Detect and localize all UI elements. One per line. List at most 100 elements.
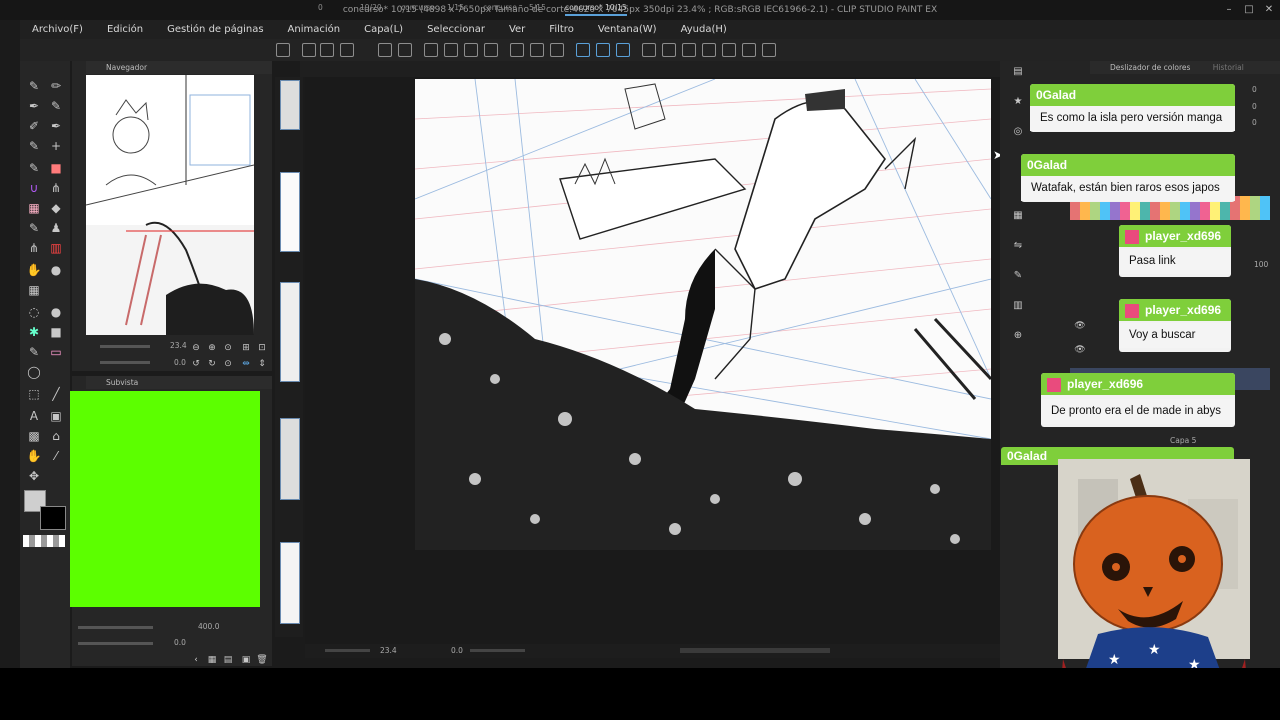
eye-icon[interactable]: 👁 [1072, 342, 1088, 358]
horizontal-scrollbar[interactable] [680, 648, 830, 653]
select-all-icon[interactable] [530, 43, 544, 57]
liner-tool-icon[interactable]: ✎ [26, 138, 42, 154]
book-icon[interactable] [702, 43, 716, 57]
pen-tool-icon[interactable]: ✎ [26, 78, 42, 94]
menu-seleccionar[interactable]: Seleccionar [415, 24, 497, 35]
blend-tool-icon[interactable]: ✎ [26, 160, 42, 176]
layer-icon[interactable] [276, 43, 290, 57]
history-tab[interactable]: Historial [1213, 63, 1244, 72]
status-rotate-slider[interactable] [470, 649, 525, 652]
move-tool-icon[interactable]: ✥ [26, 468, 42, 484]
import-image-icon[interactable]: ▤ [220, 652, 236, 668]
rotate-left-icon[interactable]: ↺ [188, 356, 204, 372]
fill-icon[interactable] [464, 43, 478, 57]
eyedropper-icon[interactable]: ⁄ [48, 448, 64, 464]
eraser-pink-icon[interactable]: ■ [48, 160, 64, 176]
grid-tool-icon[interactable]: ▦ [26, 282, 42, 298]
deselect-icon[interactable] [550, 43, 564, 57]
navigator-rotate-slider[interactable] [100, 361, 150, 364]
tab-concurso[interactable]: concurso [401, 0, 435, 16]
export-icon[interactable] [742, 43, 756, 57]
fit-icon[interactable]: ⊙ [220, 340, 236, 356]
snap-special-ruler-icon[interactable] [596, 43, 610, 57]
foliage-tool-icon[interactable]: ⋔ [26, 240, 42, 256]
drop-tool-icon[interactable]: ● [48, 262, 64, 278]
actual-size-icon[interactable]: ⊞ [238, 340, 254, 356]
marker-tool-icon[interactable]: ✒ [26, 98, 42, 114]
airbrush-tool-icon[interactable]: ✒ [48, 118, 64, 134]
pencil-tool-icon[interactable]: ✏ [48, 78, 64, 94]
sun-icon[interactable] [424, 43, 438, 57]
select-tool-icon[interactable]: ⬚ [26, 386, 42, 402]
rotate-right-icon[interactable]: ↻ [204, 356, 220, 372]
drawing-canvas[interactable] [415, 79, 991, 550]
texture-tool-icon[interactable]: ▦ [26, 200, 42, 216]
square-tool-icon[interactable]: ■ [48, 324, 64, 340]
open-icon[interactable] [320, 43, 334, 57]
purple-brush-icon[interactable]: ∪ [26, 180, 42, 196]
reset-rotate-icon[interactable]: ⊙ [220, 356, 236, 372]
lasso2-tool-icon[interactable]: ◯ [26, 364, 42, 380]
lasso-tool-icon[interactable]: ◌ [26, 304, 42, 320]
shape-pink-icon[interactable]: ▭ [48, 344, 64, 360]
search-layer-icon[interactable]: ⊕ [1010, 328, 1026, 344]
flip-vertical-icon[interactable]: ⇕ [254, 356, 270, 372]
wheel-icon[interactable]: ◎ [1010, 124, 1026, 140]
page-thumbnail[interactable] [280, 80, 300, 130]
building-tool-icon[interactable]: ▥ [48, 240, 64, 256]
transform-icon[interactable] [484, 43, 498, 57]
grass-tool-icon[interactable]: ⋔ [48, 180, 64, 196]
frame-tool-icon[interactable]: ▣ [48, 408, 64, 424]
subview-zoom-slider[interactable] [78, 626, 153, 629]
materials-icon[interactable] [662, 43, 676, 57]
minimize-icon[interactable]: – [1220, 0, 1238, 20]
subview-rotate-slider[interactable] [78, 642, 153, 645]
menu-animacion[interactable]: Animación [276, 24, 353, 35]
star-tool-icon[interactable]: ✱ [26, 324, 42, 340]
page-thumbnail[interactable] [280, 418, 300, 500]
image-list-icon[interactable]: ▦ [204, 652, 220, 668]
undo-icon[interactable] [378, 43, 392, 57]
menu-ventana[interactable]: Ventana(W) [586, 24, 669, 35]
sub-color-swatch[interactable] [40, 506, 66, 530]
dropper-tool-icon[interactable]: ♟ [48, 220, 64, 236]
star-material-icon[interactable]: ★ [1010, 94, 1026, 110]
page-thumbnail[interactable] [280, 542, 300, 624]
subview-image[interactable] [70, 391, 260, 607]
zoom-in-icon[interactable]: ⊕ [204, 340, 220, 356]
plus-tool-icon[interactable]: + [48, 138, 64, 154]
balloon-tool-icon[interactable]: ⌂ [48, 428, 64, 444]
clear-icon[interactable] [444, 43, 458, 57]
snap-grid-icon[interactable] [616, 43, 630, 57]
menu-ver[interactable]: Ver [497, 24, 537, 35]
tab-concurso-10-15[interactable]: concurso* 10/15 [565, 0, 627, 16]
menu-ayuda[interactable]: Ayuda(H) [669, 24, 739, 35]
new-file-icon[interactable] [302, 43, 316, 57]
pattern-tool-icon[interactable]: ▩ [26, 428, 42, 444]
close-icon[interactable]: ✕ [1260, 0, 1278, 20]
fill-tool-icon[interactable]: ✎ [26, 220, 42, 236]
layer-property-icon[interactable]: ▥ [1010, 298, 1026, 314]
tool-property-icon[interactable]: ✎ [1010, 268, 1026, 284]
eraser-tool-icon[interactable]: ◆ [48, 200, 64, 216]
transparent-color-swatch[interactable] [23, 535, 65, 547]
flip-horizontal-icon[interactable]: ⇹ [238, 356, 254, 372]
menu-archivo[interactable]: Archivo(F) [20, 24, 95, 35]
slider-icon[interactable]: ⇋ [1010, 238, 1026, 254]
share-icon[interactable] [762, 43, 776, 57]
ink-tool-icon[interactable]: ✎ [48, 98, 64, 114]
menu-gestion-paginas[interactable]: Gestión de páginas [155, 24, 275, 35]
hand2-tool-icon[interactable]: ✋ [26, 448, 42, 464]
page-thumbnail[interactable] [280, 282, 300, 382]
brush-tool-icon[interactable]: ✐ [26, 118, 42, 134]
line-tool-icon[interactable]: ╱ [48, 386, 64, 402]
tab-concurso-2[interactable]: concurso [483, 0, 517, 16]
material-icon[interactable]: ▤ [1010, 64, 1026, 80]
tab-19-20[interactable]: 19/20 [360, 0, 382, 16]
ruler-snap-icon[interactable] [576, 43, 590, 57]
navigator-preview[interactable] [86, 75, 254, 335]
save-icon[interactable] [340, 43, 354, 57]
menu-capa[interactable]: Capa(L) [352, 24, 415, 35]
page-thumbnail[interactable] [280, 172, 300, 252]
pen2-tool-icon[interactable]: ✎ [26, 344, 42, 360]
